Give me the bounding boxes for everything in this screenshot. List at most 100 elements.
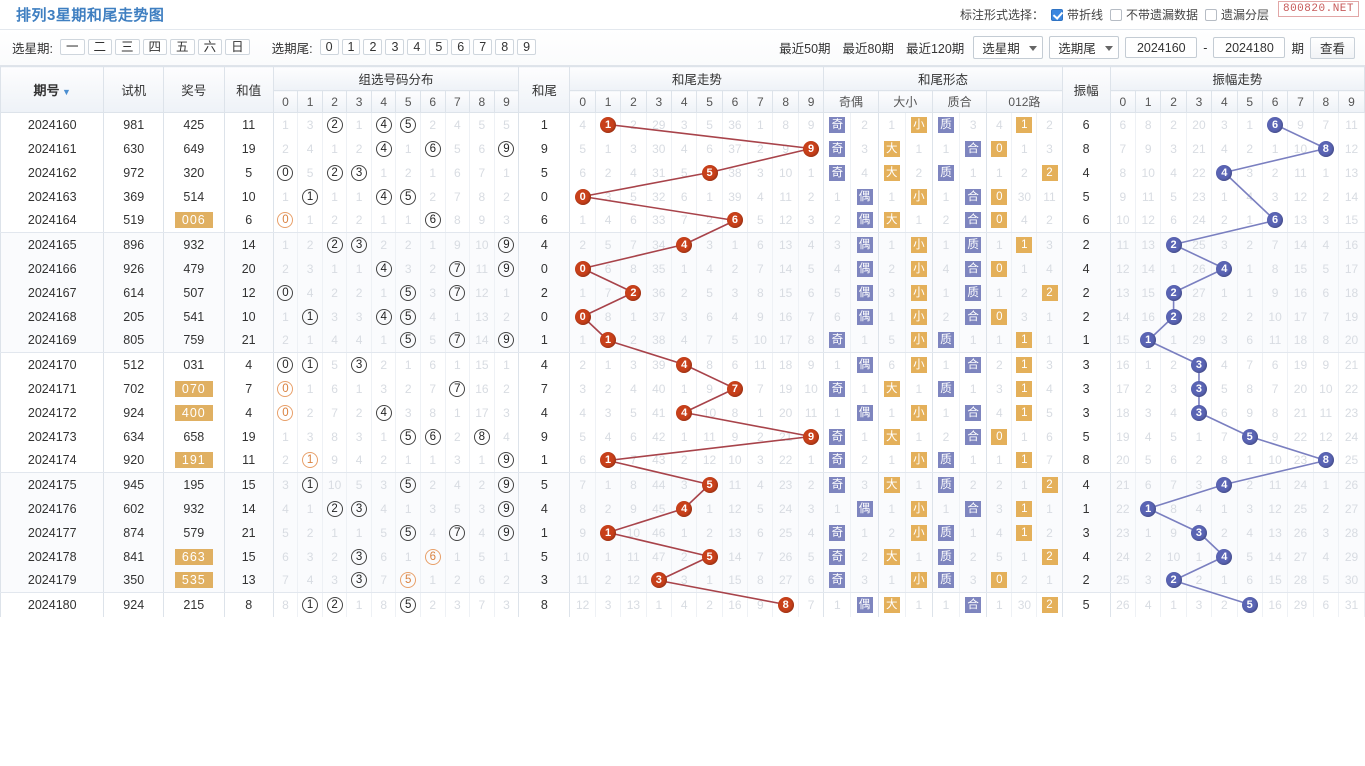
cell-shape-5: 合 (959, 400, 988, 425)
option-missing-layer[interactable]: 遗漏分层 (1204, 6, 1269, 23)
amptrend-digit-7: 7 (1287, 90, 1314, 113)
cell-dist-2: 3 (321, 568, 348, 593)
weekday-button-6[interactable]: 日 (225, 39, 250, 55)
cell-amptrend-1: 9 (1135, 136, 1162, 161)
cell-amptrend-9: 11 (1338, 112, 1365, 137)
cell-dist-2: 2 (321, 544, 348, 569)
tail-button-5[interactable]: 5 (429, 39, 449, 55)
cell-trend-8: 14 (772, 256, 799, 281)
tail-button-3[interactable]: 3 (385, 39, 405, 55)
cell-amptrend-2: 2 (1160, 232, 1187, 257)
checkbox-no-missing-data[interactable] (1109, 8, 1122, 21)
tail-button-1[interactable]: 1 (341, 39, 361, 55)
cell-dist-5: 3 (395, 400, 421, 425)
cell-trend-1: 2 (594, 496, 622, 521)
cell-trend-2: 8 (620, 256, 647, 281)
view-button[interactable]: 查看 (1309, 36, 1355, 59)
cell-trend-7: 4 (747, 472, 774, 497)
cell-sum: 11 (223, 112, 274, 137)
period-from-input[interactable] (1125, 37, 1198, 58)
cell-shape-3: 小 (904, 304, 933, 329)
cell-trend-5: 10 (696, 400, 723, 425)
cell-trend-5: 2 (696, 520, 723, 545)
cell-dist-8: 6 (469, 136, 495, 161)
cell-sum: 11 (223, 448, 274, 473)
cell-amptrend-8: 10 (1312, 376, 1340, 401)
quicklink-80[interactable]: 最近80期 (840, 38, 897, 57)
cell-dist-4: 4 (370, 496, 397, 521)
cell-dist-0: 2 (272, 448, 299, 473)
quicklink-120[interactable]: 最近120期 (903, 38, 967, 57)
cell-dist-5: 2 (395, 376, 421, 401)
cell-amptrend-6: 13 (1261, 520, 1289, 545)
weekday-button-3[interactable]: 四 (142, 39, 168, 55)
cell-trend-5: 5 (696, 280, 723, 305)
cell-amptrend-8: 6 (1312, 592, 1340, 617)
watermark: 800820.NET (1277, 1, 1359, 17)
cell-dist-7: 2 (444, 568, 471, 593)
cell-dist-0: 5 (272, 520, 299, 545)
select-tail[interactable]: 选期尾 (1049, 36, 1120, 59)
weekday-button-0[interactable]: 一 (59, 39, 85, 55)
cell-trend-3: 41 (645, 400, 672, 425)
cell-dist-0: 0 (272, 208, 299, 233)
cell-shape-8: 1 (1036, 568, 1063, 593)
quicklink-50[interactable]: 最近50期 (776, 38, 833, 57)
checkbox-missing-layer[interactable] (1204, 8, 1217, 21)
weekday-button-2[interactable]: 三 (115, 39, 140, 55)
cell-amptrend-3: 21 (1185, 136, 1213, 161)
cell-shape-1: 偶 (850, 280, 879, 305)
cell-sum-tail: 6 (518, 208, 571, 233)
tail-button-6[interactable]: 6 (451, 39, 471, 55)
table-row: 2024175 945 195 15 3 1 10 5 3 5 2 4 2 9 5 7 1 8 44 3 5 11 4 23 2… (0, 472, 1365, 497)
cell-shape-3: 1 (904, 376, 933, 401)
col-sum: 和值 (223, 66, 274, 113)
cell-shape-3: 1 (904, 424, 933, 449)
tail-button-8[interactable]: 8 (495, 39, 515, 55)
cell-shape-3: 小 (904, 520, 933, 545)
cell-trend-5: 6 (696, 304, 723, 329)
cell-amptrend-5: 5 (1236, 544, 1263, 569)
cell-trend-4: 2 (670, 544, 698, 569)
cell-dist-9: 2 (493, 376, 520, 401)
tail-button-4[interactable]: 4 (407, 39, 427, 55)
cell-issue: 2024179 (0, 568, 105, 593)
tail-button-0[interactable]: 0 (319, 39, 339, 55)
cell-shape-1: 偶 (850, 400, 879, 425)
cell-trend-5: 5 (696, 544, 723, 569)
col-issue[interactable]: 期号 ▼ (0, 66, 105, 113)
weekday-button-1[interactable]: 二 (87, 39, 113, 55)
cell-trend-6: 2 (721, 256, 749, 281)
cell-amp: 4 (1061, 472, 1111, 497)
cell-amp: 5 (1061, 184, 1111, 209)
cell-shape-7: 1 (1011, 520, 1038, 545)
cell-sum-tail: 5 (518, 160, 571, 185)
cell-prize: 579 (163, 520, 225, 545)
trend-table: 期号 ▼ 试机 奖号 和值 组选号码分布 和尾 和尾走势 和尾形态 振幅 振幅走… (0, 66, 1365, 617)
cell-trend-9: 7 (797, 304, 825, 329)
option-polyline[interactable]: 带折线 (1050, 6, 1103, 23)
cell-shape-3: 1 (904, 208, 933, 233)
tail-button-2[interactable]: 2 (363, 39, 383, 55)
cell-dist-9: 9 (493, 448, 520, 473)
option-no-missing-data[interactable]: 不带遗漏数据 (1109, 6, 1198, 23)
cell-dist-1: 3 (297, 544, 323, 569)
cell-dist-1: 3 (297, 424, 323, 449)
cell-amp: 6 (1061, 208, 1111, 233)
weekday-button-4[interactable]: 五 (170, 39, 195, 55)
cell-sum: 15 (223, 472, 274, 497)
cell-dist-6: 6 (420, 208, 446, 233)
cell-dist-0: 6 (272, 544, 299, 569)
tail-button-9[interactable]: 9 (517, 39, 537, 55)
weekday-button-5[interactable]: 六 (197, 39, 223, 55)
cell-shape-2: 2 (877, 520, 906, 545)
table-row: 2024165 896 932 14 1 2 2 3 2 2 1 9 10 9 4 2 5 7 34 4 3 1 6 13 4 3… (0, 232, 1365, 257)
checkbox-polyline[interactable] (1050, 8, 1063, 21)
cell-dist-8: 8 (469, 184, 495, 209)
tail-button-7[interactable]: 7 (473, 39, 493, 55)
period-to-input[interactable] (1213, 37, 1286, 58)
select-weekday[interactable]: 选星期 (973, 36, 1044, 59)
cell-amptrend-1: 1 (1135, 352, 1162, 377)
cell-dist-5: 1 (395, 448, 421, 473)
cell-trend-6: 4 (721, 304, 749, 329)
